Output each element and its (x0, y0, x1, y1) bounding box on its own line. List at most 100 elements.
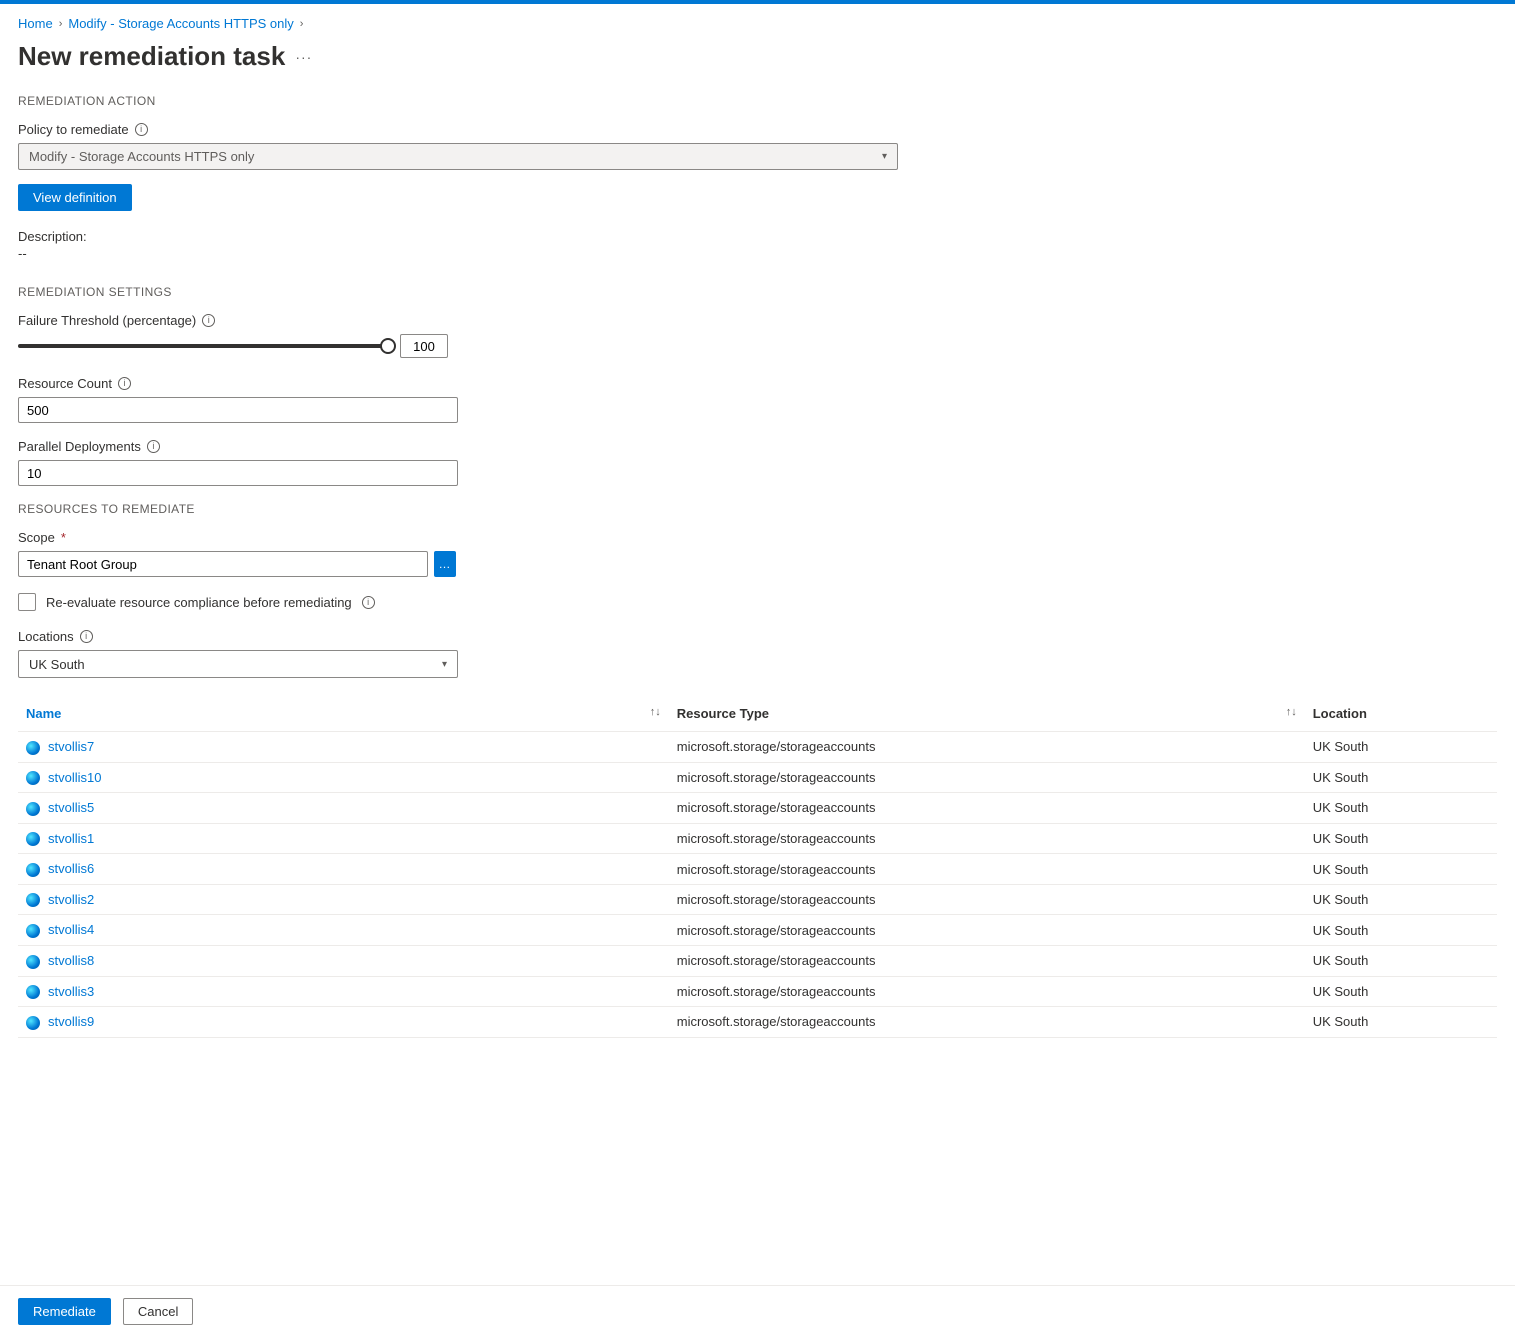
sort-icon: ↑↓ (650, 706, 661, 718)
footer-bar: Remediate Cancel (0, 1285, 1515, 1337)
info-icon[interactable]: i (202, 314, 215, 327)
resources-table: Name ↑↓ Resource Type ↑↓ Location stvoll… (18, 696, 1497, 1038)
resource-location-cell: UK South (1305, 976, 1497, 1007)
table-row: stvollis5 microsoft.storage/storageaccoun… (18, 793, 1497, 824)
resource-count-input[interactable] (18, 397, 458, 423)
resource-name-link[interactable]: stvollis8 (48, 953, 94, 968)
info-icon[interactable]: i (80, 630, 93, 643)
policy-select[interactable]: Modify - Storage Accounts HTTPS only ▾ (18, 143, 898, 170)
table-row: stvollis6 microsoft.storage/storageaccoun… (18, 854, 1497, 885)
table-row: stvollis8 microsoft.storage/storageaccoun… (18, 945, 1497, 976)
storage-account-icon (26, 985, 40, 999)
view-definition-button[interactable]: View definition (18, 184, 132, 211)
parallel-deployments-input[interactable] (18, 460, 458, 486)
resource-name-link[interactable]: stvollis1 (48, 831, 94, 846)
resource-name-link[interactable]: stvollis7 (48, 739, 94, 754)
description-value: -- (18, 246, 1497, 261)
policy-to-remediate-label: Policy to remediate (18, 122, 129, 137)
storage-account-icon (26, 832, 40, 846)
table-row: stvollis2 microsoft.storage/storageaccoun… (18, 884, 1497, 915)
chevron-down-icon: ▾ (882, 151, 887, 162)
chevron-right-icon: › (59, 18, 63, 30)
table-header-type[interactable]: Resource Type ↑↓ (669, 696, 1305, 732)
resource-type-cell: microsoft.storage/storageaccounts (669, 1007, 1305, 1038)
resource-type-cell: microsoft.storage/storageaccounts (669, 793, 1305, 824)
slider-thumb-icon[interactable] (380, 338, 396, 354)
table-row: stvollis9 microsoft.storage/storageaccoun… (18, 1007, 1497, 1038)
resource-type-cell: microsoft.storage/storageaccounts (669, 854, 1305, 885)
scope-label: Scope (18, 530, 55, 545)
failure-threshold-input[interactable] (400, 334, 448, 358)
storage-account-icon (26, 1016, 40, 1030)
table-header-name[interactable]: Name ↑↓ (18, 696, 669, 732)
chevron-right-icon: › (300, 18, 304, 30)
resource-name-link[interactable]: stvollis4 (48, 922, 94, 937)
description-label: Description: (18, 229, 1497, 244)
resource-location-cell: UK South (1305, 884, 1497, 915)
resource-name-link[interactable]: stvollis9 (48, 1014, 94, 1029)
storage-account-icon (26, 771, 40, 785)
table-row: stvollis3 microsoft.storage/storageaccoun… (18, 976, 1497, 1007)
sort-icon: ↑↓ (1286, 706, 1297, 718)
table-row: stvollis10 microsoft.storage/storageaccou… (18, 762, 1497, 793)
info-icon[interactable]: i (135, 123, 148, 136)
cancel-button[interactable]: Cancel (123, 1298, 193, 1325)
scope-input[interactable] (18, 551, 428, 577)
locations-value: UK South (29, 657, 85, 672)
failure-threshold-slider[interactable] (18, 344, 388, 348)
resource-type-cell: microsoft.storage/storageaccounts (669, 884, 1305, 915)
section-resources: RESOURCES TO REMEDIATE (18, 502, 1497, 516)
storage-account-icon (26, 955, 40, 969)
resource-location-cell: UK South (1305, 915, 1497, 946)
locations-select[interactable]: UK South ▾ (18, 650, 458, 678)
resource-type-cell: microsoft.storage/storageaccounts (669, 915, 1305, 946)
resource-location-cell: UK South (1305, 854, 1497, 885)
resource-type-cell: microsoft.storage/storageaccounts (669, 732, 1305, 763)
section-remediation-action: REMEDIATION ACTION (18, 94, 1497, 108)
parallel-deployments-label: Parallel Deployments (18, 439, 141, 454)
remediate-button[interactable]: Remediate (18, 1298, 111, 1325)
resource-type-cell: microsoft.storage/storageaccounts (669, 976, 1305, 1007)
storage-account-icon (26, 802, 40, 816)
scope-picker-button[interactable]: … (434, 551, 456, 577)
policy-select-value: Modify - Storage Accounts HTTPS only (29, 149, 254, 164)
resource-name-link[interactable]: stvollis5 (48, 800, 94, 815)
resource-name-link[interactable]: stvollis10 (48, 770, 101, 785)
more-actions-icon[interactable]: ··· (295, 49, 312, 65)
locations-label: Locations (18, 629, 74, 644)
resource-type-cell: microsoft.storage/storageaccounts (669, 823, 1305, 854)
resource-location-cell: UK South (1305, 1007, 1497, 1038)
storage-account-icon (26, 893, 40, 907)
reevaluate-label: Re-evaluate resource compliance before r… (46, 595, 352, 610)
info-icon[interactable]: i (362, 596, 375, 609)
resource-name-link[interactable]: stvollis3 (48, 984, 94, 999)
table-header-location[interactable]: Location (1305, 696, 1497, 732)
page-title: New remediation task (18, 41, 285, 72)
required-icon: * (61, 530, 66, 545)
resource-type-cell: microsoft.storage/storageaccounts (669, 762, 1305, 793)
resource-type-cell: microsoft.storage/storageaccounts (669, 945, 1305, 976)
resource-count-label: Resource Count (18, 376, 112, 391)
storage-account-icon (26, 863, 40, 877)
breadcrumb-policy[interactable]: Modify - Storage Accounts HTTPS only (68, 16, 293, 31)
failure-threshold-label: Failure Threshold (percentage) (18, 313, 196, 328)
info-icon[interactable]: i (147, 440, 160, 453)
resource-name-link[interactable]: stvollis2 (48, 892, 94, 907)
resource-location-cell: UK South (1305, 945, 1497, 976)
storage-account-icon (26, 741, 40, 755)
resource-name-link[interactable]: stvollis6 (48, 861, 94, 876)
resource-location-cell: UK South (1305, 793, 1497, 824)
resource-location-cell: UK South (1305, 762, 1497, 793)
storage-account-icon (26, 924, 40, 938)
resource-location-cell: UK South (1305, 823, 1497, 854)
table-row: stvollis4 microsoft.storage/storageaccoun… (18, 915, 1497, 946)
info-icon[interactable]: i (118, 377, 131, 390)
reevaluate-checkbox[interactable] (18, 593, 36, 611)
section-remediation-settings: REMEDIATION SETTINGS (18, 285, 1497, 299)
resource-location-cell: UK South (1305, 732, 1497, 763)
table-row: stvollis1 microsoft.storage/storageaccoun… (18, 823, 1497, 854)
chevron-down-icon: ▾ (442, 659, 447, 670)
breadcrumb: Home › Modify - Storage Accounts HTTPS o… (18, 16, 1497, 31)
breadcrumb-home[interactable]: Home (18, 16, 53, 31)
table-row: stvollis7 microsoft.storage/storageaccoun… (18, 732, 1497, 763)
